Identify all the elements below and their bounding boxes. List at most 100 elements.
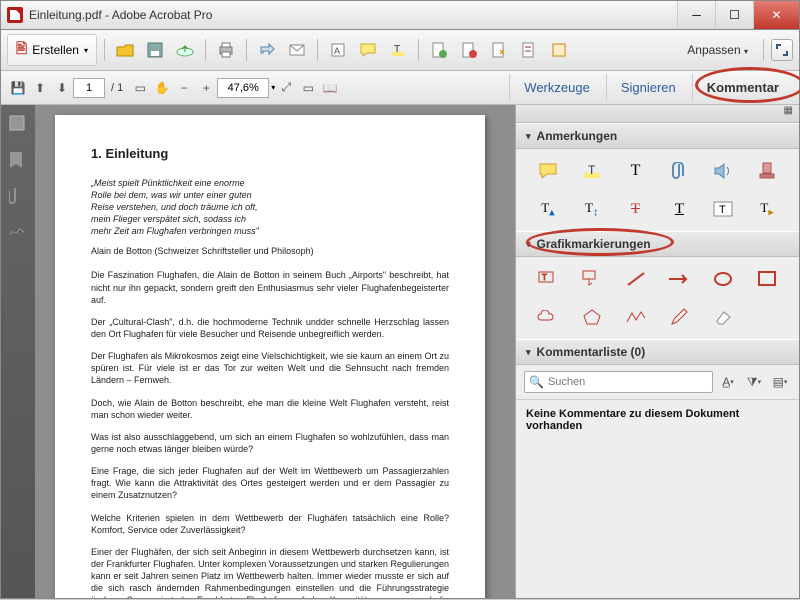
open-icon[interactable] <box>112 37 138 63</box>
svg-text:T: T <box>542 273 547 282</box>
collapse-icon: ▾ <box>526 131 531 142</box>
search-input[interactable] <box>548 376 708 388</box>
doc-paragraph: Einer der Flughäfen, der sich seit Anbeg… <box>91 546 449 598</box>
convert-icon[interactable] <box>486 37 512 63</box>
ocr-icon[interactable]: A <box>325 37 351 63</box>
eraser-tool[interactable] <box>701 305 745 329</box>
close-button[interactable]: ✕ <box>753 1 799 29</box>
save-small-icon[interactable]: 💾 <box>7 77 29 99</box>
sticky-note-tool[interactable] <box>526 159 570 183</box>
create-button[interactable]: 🖹 Erstellen ▾ <box>7 34 97 66</box>
app-icon <box>7 7 23 23</box>
export-pdf-icon[interactable] <box>426 37 452 63</box>
fit-page-icon[interactable]: ▭ <box>297 77 319 99</box>
pdf-page: 1. Einleitung „Meist spielt Pünktlichkei… <box>55 115 485 598</box>
section-annotations-header[interactable]: ▾ Anmerkungen <box>516 123 799 149</box>
doc-paragraph: Die Faszination Flughafen, die Alain de … <box>91 269 449 305</box>
prev-page-icon[interactable]: ⬆ <box>29 77 51 99</box>
polygon-tool[interactable] <box>570 305 614 329</box>
options-icon[interactable]: ▤▾ <box>769 371 791 393</box>
delete-page-icon[interactable] <box>456 37 482 63</box>
strikethrough-tool[interactable]: T <box>614 197 658 221</box>
rectangle-tool[interactable] <box>745 267 789 291</box>
main-toolbar: 🖹 Erstellen ▾ A T Anpassen ▾ <box>1 30 799 71</box>
collapse-icon: ▾ <box>526 347 531 358</box>
maximize-button[interactable]: ☐ <box>715 1 753 29</box>
attach-file-tool[interactable] <box>657 159 701 183</box>
select-tool-icon[interactable]: ▭ <box>129 77 151 99</box>
doc-heading: 1. Einleitung <box>91 145 449 163</box>
minimize-button[interactable]: ─ <box>677 1 715 29</box>
drawing-tools: T <box>516 257 799 339</box>
doc-quote: „Meist spielt Pünktlichkeit eine enorme … <box>91 177 449 238</box>
share-icon[interactable] <box>254 37 280 63</box>
filter-icon[interactable]: ⧩▾ <box>743 371 765 393</box>
read-mode-icon[interactable]: 📖 <box>319 77 341 99</box>
form-icon[interactable] <box>516 37 542 63</box>
svg-text:T: T <box>719 204 726 216</box>
stamp-tool[interactable] <box>745 159 789 183</box>
save-icon[interactable] <box>142 37 168 63</box>
text-callout-arrow-tool[interactable] <box>570 267 614 291</box>
zoom-input[interactable] <box>217 78 269 98</box>
highlight-text-tool[interactable]: T <box>570 159 614 183</box>
thumbnails-icon[interactable] <box>9 115 27 133</box>
zoom-out-icon[interactable]: − <box>173 77 195 99</box>
doc-paragraph: Der Flughafen als Mikrokosmos zeigt eine… <box>91 350 449 386</box>
create-label: Erstellen <box>32 43 79 57</box>
svg-text:A: A <box>334 46 340 56</box>
line-tool[interactable] <box>614 267 658 291</box>
doc-paragraph: Eine Frage, die sich jeder Flughafen auf… <box>91 465 449 501</box>
underline-tool[interactable]: T <box>657 197 701 221</box>
cloud-upload-icon[interactable] <box>172 37 198 63</box>
next-page-icon[interactable]: ⬇ <box>51 77 73 99</box>
svg-text:T: T <box>394 44 400 55</box>
page-number-input[interactable] <box>73 78 105 98</box>
dropdown-icon: ▾ <box>84 46 88 55</box>
signatures-icon[interactable] <box>9 223 27 241</box>
zoom-in-icon[interactable]: + <box>195 77 217 99</box>
document-view[interactable]: 1. Einleitung „Meist spielt Pünktlichkei… <box>35 105 515 598</box>
comment-bubble-icon[interactable] <box>355 37 381 63</box>
fullscreen-icon[interactable] <box>771 39 793 61</box>
doc-paragraph: Welche Kriterien spielen in dem Wettbewe… <box>91 512 449 536</box>
sort-icon[interactable]: A̲▾ <box>717 371 739 393</box>
doc-paragraph: Was ist also ausschlaggebend, um sich an… <box>91 431 449 455</box>
bookmarks-icon[interactable] <box>9 151 27 169</box>
replace-text-tool[interactable]: T↕ <box>570 197 614 221</box>
multimedia-icon[interactable] <box>546 37 572 63</box>
window-title: Einleitung.pdf - Adobe Acrobat Pro <box>29 8 677 22</box>
arrow-tool[interactable] <box>657 267 701 291</box>
section-drawing-header[interactable]: ▾ Grafikmarkierungen <box>516 231 799 257</box>
tab-tools[interactable]: Werkzeuge <box>509 74 604 101</box>
section-commentlist-header[interactable]: ▾ Kommentarliste (0) <box>516 339 799 365</box>
text-callout-box-tool[interactable]: T <box>526 267 570 291</box>
text-box-tool[interactable]: T <box>701 197 745 221</box>
tab-sign[interactable]: Signieren <box>606 74 690 101</box>
doc-paragraph: Doch, wie Alain de Botton beschreibt, eh… <box>91 397 449 421</box>
text-tool[interactable]: T <box>614 159 658 183</box>
highlight-icon[interactable]: T <box>385 37 411 63</box>
print-icon[interactable] <box>213 37 239 63</box>
email-icon[interactable] <box>284 37 310 63</box>
fit-width-icon[interactable]: ⤢ <box>275 77 297 99</box>
navigation-toolbar: 💾 ⬆ ⬇ / 1 ▭ ✋ − + ▾ ⤢ ▭ 📖 Werkzeuge Sign… <box>1 71 799 105</box>
insert-text-tool[interactable]: T▴ <box>526 197 570 221</box>
panel-options-icon[interactable]: ▦ <box>516 105 799 123</box>
page-total-label: / 1 <box>111 82 123 94</box>
customize-button[interactable]: Anpassen ▾ <box>679 39 756 61</box>
cloud-tool[interactable] <box>526 305 570 329</box>
tab-comment[interactable]: Kommentar <box>692 74 793 101</box>
plus-icon: 🖹 <box>16 38 27 62</box>
hand-tool-icon[interactable]: ✋ <box>151 77 173 99</box>
no-comments-label: Keine Kommentare zu diesem Dokument vorh… <box>516 400 799 440</box>
callout-tool[interactable]: T▸ <box>745 197 789 221</box>
comment-search[interactable]: 🔍 <box>524 371 713 393</box>
svg-text:T: T <box>588 163 596 177</box>
oval-tool[interactable] <box>701 267 745 291</box>
attachments-icon[interactable] <box>9 187 27 205</box>
pencil-tool[interactable] <box>657 305 701 329</box>
audio-tool[interactable] <box>701 159 745 183</box>
collapse-icon: ▾ <box>526 239 531 250</box>
polyline-tool[interactable] <box>614 305 658 329</box>
